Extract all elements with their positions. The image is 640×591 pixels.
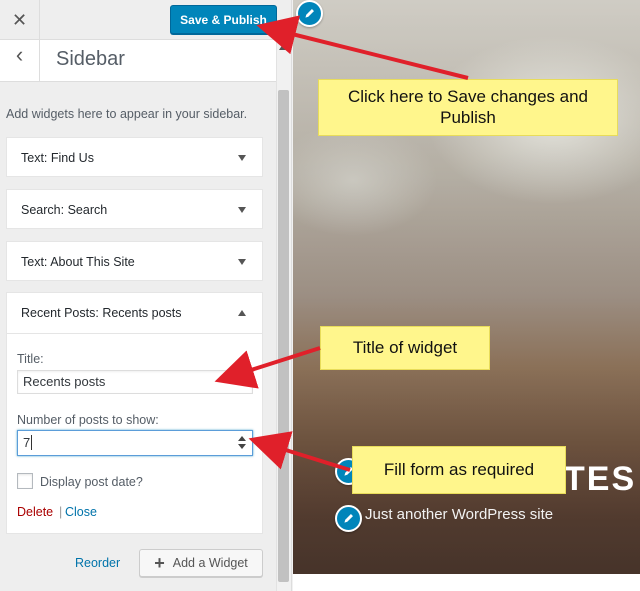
chevron-left-icon: ‹ — [15, 42, 24, 67]
section-header: ‹ Sidebar — [0, 40, 276, 82]
close-icon: ✕ — [11, 9, 28, 30]
save-publish-button[interactable]: Save & Publish — [170, 5, 277, 34]
section-description: Add widgets here to appear in your sideb… — [6, 107, 248, 121]
display-date-label: Display post date? — [40, 475, 143, 489]
posts-count-value: 7 — [23, 435, 31, 450]
count-field-label: Number of posts to show: — [17, 413, 159, 427]
pencil-icon — [344, 514, 353, 523]
edit-shortcut-pencil-icon[interactable] — [335, 505, 362, 532]
display-date-checkbox[interactable] — [17, 473, 33, 489]
pencil-icon — [305, 9, 314, 18]
widget-search[interactable]: Search: Search — [6, 189, 263, 229]
widget-recent-posts: Recent Posts: Recents posts Title: Recen… — [6, 292, 263, 534]
reorder-link[interactable]: Reorder — [75, 556, 120, 570]
caret-down-icon[interactable] — [238, 155, 246, 161]
title-callout: Title of widget — [320, 326, 490, 370]
spinner-up-icon[interactable] — [238, 436, 246, 441]
close-widget-link[interactable]: Close — [65, 505, 97, 519]
widget-type: Text: — [21, 255, 48, 269]
widget-name: Recents posts — [102, 306, 182, 320]
site-title[interactable]: TES — [564, 460, 636, 499]
scrollbar-thumb[interactable] — [278, 90, 289, 582]
widget-type: Recent Posts: — [21, 306, 99, 320]
widget-type: Text: — [21, 151, 48, 165]
preview-content-strip — [293, 574, 640, 591]
number-spinner[interactable] — [237, 435, 247, 451]
text-cursor: ​ — [31, 435, 33, 450]
form-callout: Fill form as required — [352, 446, 566, 494]
add-widget-button[interactable]: + Add a Widget — [139, 549, 263, 577]
close-customizer-button[interactable]: ✕ — [0, 0, 40, 40]
caret-down-icon[interactable] — [238, 207, 246, 213]
plus-icon: + — [154, 553, 165, 573]
back-button[interactable]: ‹ — [0, 40, 40, 82]
widget-title: Text: About This Site — [21, 255, 135, 269]
site-tagline[interactable]: Just another WordPress site — [365, 506, 553, 523]
title-input[interactable]: Recents posts — [17, 370, 253, 394]
widget-text-about-this-site[interactable]: Text: About This Site — [6, 241, 263, 281]
posts-count-input[interactable]: 7​ — [17, 430, 253, 456]
edit-shortcut-pencil-icon[interactable] — [296, 0, 323, 27]
caret-down-icon[interactable] — [238, 259, 246, 265]
spinner-down-icon[interactable] — [238, 444, 246, 449]
publish-callout: Click here to Save changes and Publish — [318, 79, 618, 136]
widget-name: About This Site — [50, 255, 135, 269]
add-widget-label: Add a Widget — [172, 556, 248, 570]
caret-up-icon[interactable] — [238, 310, 246, 316]
scroll-up-arrow-icon[interactable] — [279, 44, 287, 50]
widget-recent-posts-header[interactable]: Recent Posts: Recents posts — [7, 293, 262, 334]
widget-name: Find Us — [50, 151, 94, 165]
widget-title: Recent Posts: Recents posts — [21, 306, 182, 320]
section-title: Sidebar — [56, 48, 125, 70]
link-separator: | — [59, 505, 63, 519]
widget-title: Search: Search — [21, 203, 107, 217]
widget-title: Text: Find Us — [21, 151, 94, 165]
title-field-label: Title: — [17, 352, 44, 366]
customizer-header: ✕ Save & Publish — [0, 0, 291, 40]
customizer-sidebar: ✕ Save & Publish ‹ Sidebar Add widgets h… — [0, 0, 292, 591]
widget-type: Search: — [21, 203, 65, 217]
widget-text-find-us[interactable]: Text: Find Us — [6, 137, 263, 177]
widget-name: Search — [67, 203, 108, 217]
delete-widget-link[interactable]: Delete — [17, 505, 53, 519]
